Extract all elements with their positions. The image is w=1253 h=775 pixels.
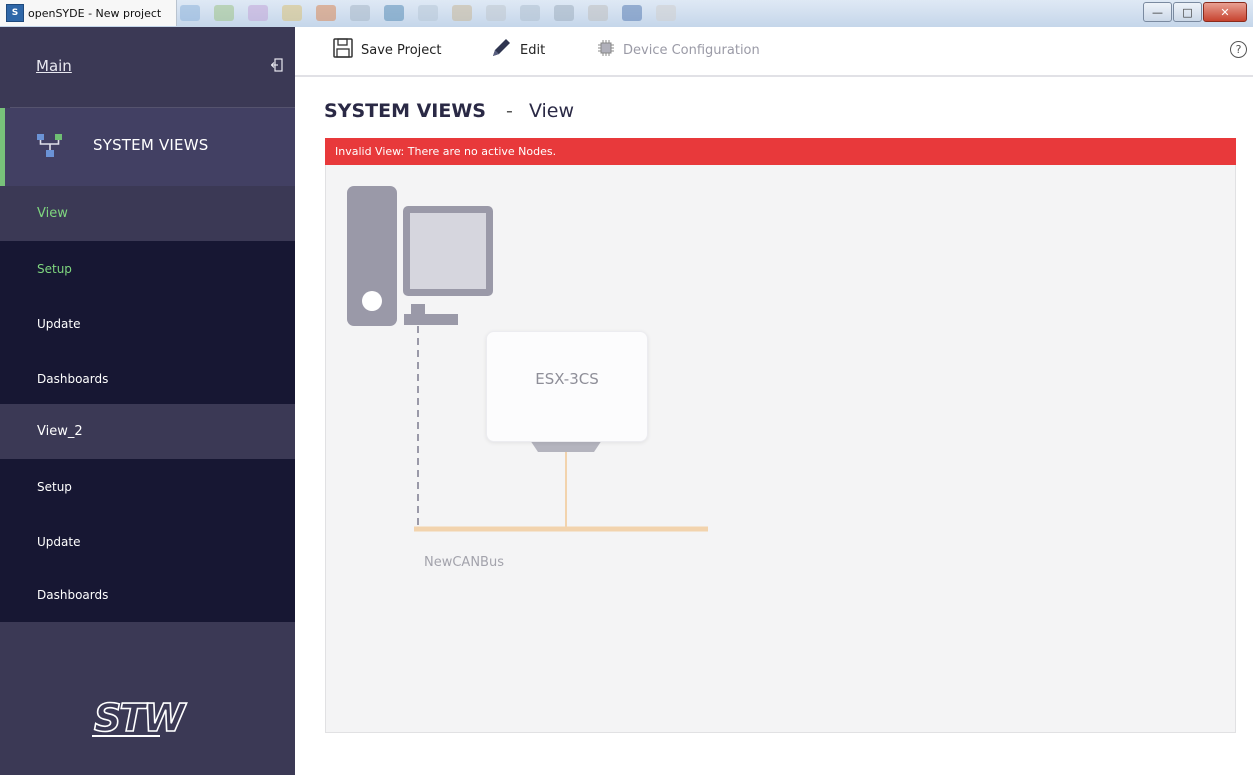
pc-icon[interactable] [347, 186, 493, 326]
bus-label[interactable]: NewCANBus [424, 555, 504, 570]
node-esx-3cs[interactable]: ESX-3CS [486, 331, 648, 442]
node-label: ESX-3CS [535, 370, 599, 388]
